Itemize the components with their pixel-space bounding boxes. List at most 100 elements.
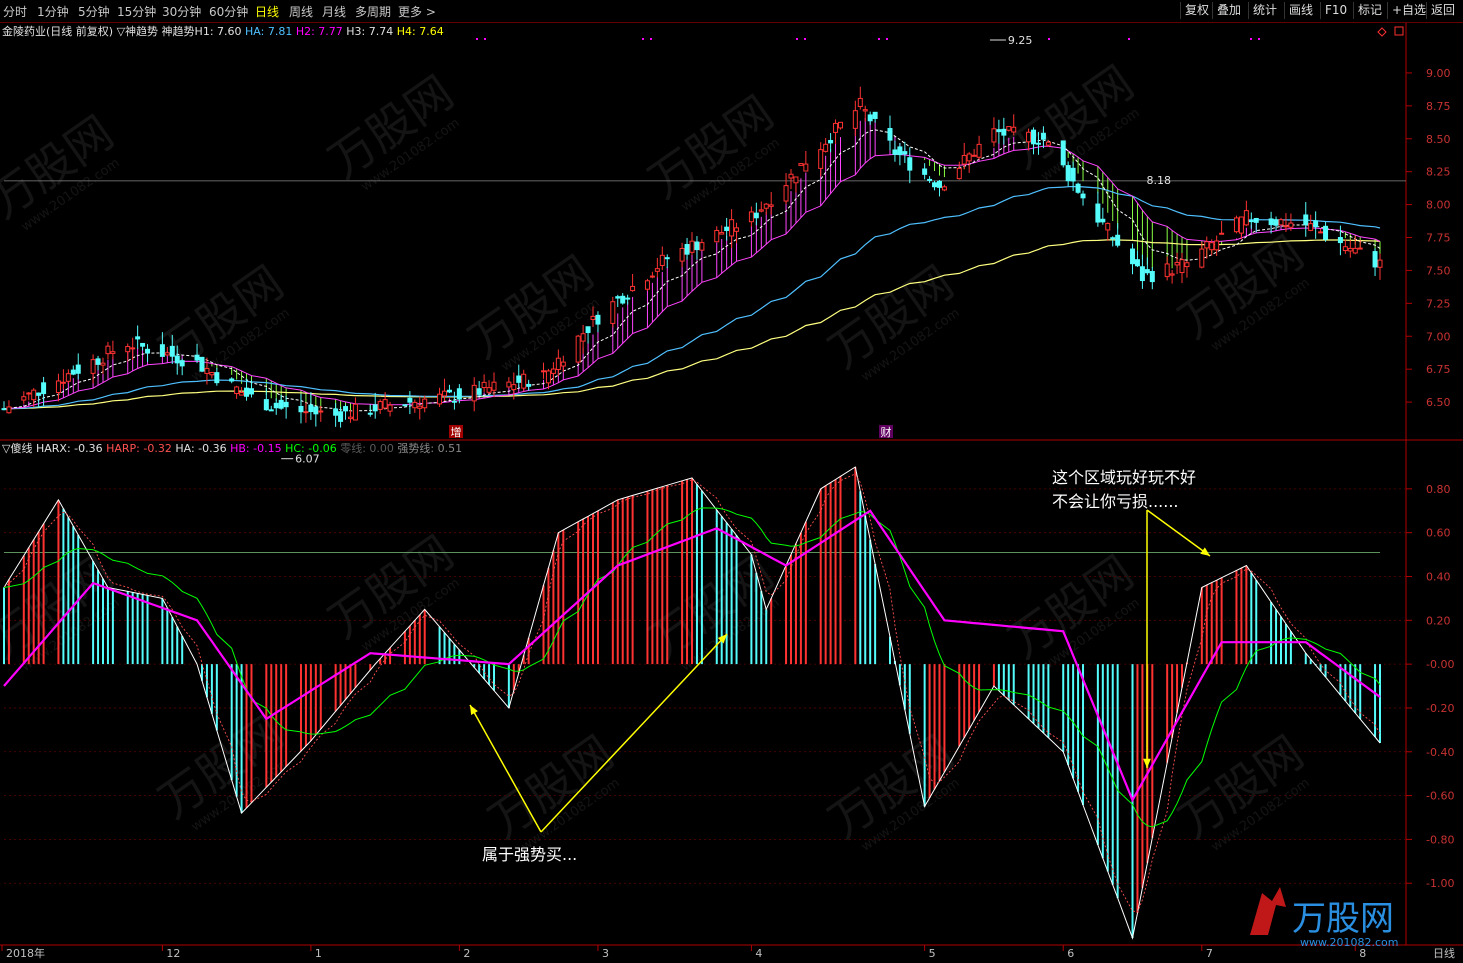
candle-body (1283, 225, 1289, 228)
candle-body (90, 359, 96, 374)
candle-body (248, 388, 254, 395)
candle-body (867, 114, 873, 122)
candle-body (521, 373, 527, 389)
candle-body (303, 411, 309, 414)
candle-body (446, 389, 452, 393)
candle-body (664, 257, 670, 260)
candle-body (976, 143, 982, 158)
sub-tick-label: -0.60 (1426, 790, 1454, 803)
candle-body (748, 211, 754, 223)
time-tick-label: 6 (1067, 947, 1074, 960)
period-label: 日线 (1433, 946, 1455, 960)
candle-body (1174, 261, 1180, 266)
candle-body (75, 364, 81, 374)
candle-body (1031, 129, 1037, 145)
candle-body (966, 153, 972, 162)
candle-body (1238, 216, 1244, 234)
candle-body (412, 401, 418, 409)
candle-body (516, 375, 522, 383)
candle-body (590, 315, 596, 320)
candle-body (471, 384, 477, 402)
candle-body (932, 182, 938, 188)
candle-body (55, 380, 61, 394)
candle-body (887, 128, 893, 141)
candle-body (174, 355, 180, 364)
main-indicator-header: 金陵药业(日线 前复权) ▽神趋势 神趋势H1: 7.60 HA: 7.81 H… (2, 24, 444, 38)
signal-dot (650, 38, 652, 40)
candle-body (159, 344, 165, 357)
candle-body (130, 347, 136, 350)
candle-body (1308, 223, 1314, 231)
candle-body (1253, 217, 1259, 223)
signal-dot (476, 38, 478, 40)
candle-body (753, 212, 759, 219)
candle-body (169, 345, 175, 357)
candle-body (1184, 262, 1190, 268)
candle-body (941, 186, 947, 191)
sub-tick-label: -0.00 (1426, 658, 1454, 671)
candle-body (273, 402, 279, 409)
candle-body (620, 295, 626, 304)
candle-body (1303, 214, 1309, 226)
signal-dot (804, 38, 806, 40)
candle-body (724, 226, 730, 231)
candle-body (1040, 132, 1046, 140)
candle-body (837, 121, 843, 129)
candle-body (318, 410, 324, 413)
annotation-zone-line2: 不会让你亏损...... (1052, 492, 1179, 511)
signal-dot (878, 38, 880, 40)
candle-body (1035, 142, 1041, 145)
candle-body (902, 151, 908, 155)
candle-body (41, 382, 47, 395)
price-tick-label: 7.75 (1426, 232, 1451, 245)
candle-body (1045, 141, 1051, 146)
candle-body (1060, 140, 1066, 166)
candle-body (689, 240, 695, 253)
candle-body (140, 342, 146, 347)
candle-body (1233, 217, 1239, 233)
candle-body (659, 254, 665, 266)
candle-body (1377, 259, 1383, 268)
candle-body (1, 408, 7, 411)
candle-body (417, 405, 423, 409)
candle-body (1199, 248, 1205, 268)
candle-body (451, 400, 457, 403)
candle-body (377, 401, 383, 410)
candle-body (26, 392, 32, 395)
candle-body (1130, 248, 1136, 265)
high-price-label: 9.25 (1008, 34, 1032, 47)
candle-body (347, 416, 353, 420)
candle-body (283, 401, 289, 408)
sub-tick-label: -0.20 (1426, 702, 1454, 715)
candle-body (1268, 218, 1274, 226)
candle-body (239, 392, 245, 396)
candle-body (422, 398, 428, 409)
time-tick-label: 2 (463, 947, 470, 960)
candle-body (585, 326, 591, 334)
annotation-buy-text: 属于强势买... (482, 845, 577, 864)
candle-body (36, 392, 42, 396)
event-marker-cai: 财 (881, 425, 892, 439)
price-tick-label: 8.50 (1426, 133, 1451, 146)
signal-dot (1048, 38, 1050, 40)
sub-tick-label: -0.40 (1426, 746, 1454, 759)
sub-tick-label: 0.80 (1426, 483, 1451, 496)
candle-body (803, 163, 809, 172)
candle-body (610, 301, 616, 324)
time-tick-label: 4 (755, 947, 762, 960)
candle-body (897, 146, 903, 156)
candle-body (729, 219, 735, 237)
candle-body (1070, 167, 1076, 182)
candle-body (382, 399, 388, 409)
candle-body (630, 285, 636, 292)
candle-body (857, 97, 863, 107)
price-tick-label: 9.00 (1426, 67, 1451, 80)
price-tick-label: 8.25 (1426, 166, 1451, 179)
logo-url: www.201082.com (1300, 936, 1398, 949)
candle-body (1337, 237, 1343, 244)
candle-body (907, 157, 913, 171)
candle-body (783, 185, 789, 202)
candle-body (402, 404, 408, 407)
candle-body (1164, 263, 1170, 278)
candle-body (872, 111, 878, 119)
